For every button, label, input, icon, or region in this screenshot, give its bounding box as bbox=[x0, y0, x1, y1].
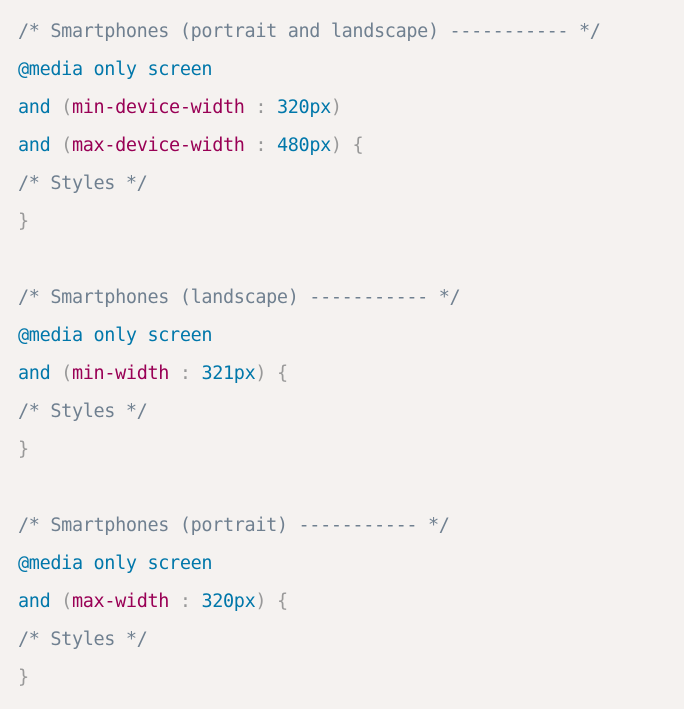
code-token-punct: ) bbox=[330, 97, 342, 118]
code-token-property: min-width bbox=[71, 363, 170, 384]
code-line: @media only screen bbox=[18, 57, 684, 95]
code-token-property: max-device-width bbox=[71, 135, 245, 156]
code-token-comment: /* Styles */ bbox=[18, 629, 148, 650]
code-line: } bbox=[18, 665, 684, 703]
code-token-punct: : bbox=[244, 135, 277, 156]
code-token-punct: ( bbox=[61, 97, 72, 118]
code-token-number: 480px bbox=[276, 135, 331, 156]
code-token-comment: /* Smartphones (portrait) ----------- */ bbox=[18, 515, 450, 536]
code-token-punct: : bbox=[169, 363, 202, 384]
code-line: and (max-width : 320px) { bbox=[18, 589, 684, 627]
code-token-keyword: only screen bbox=[82, 59, 213, 80]
code-token-keyword: and bbox=[18, 135, 51, 156]
code-token-keyword: and bbox=[18, 363, 51, 384]
code-line: @media only screen bbox=[18, 323, 684, 361]
code-token-punct: ( bbox=[61, 135, 72, 156]
code-token-punct: { bbox=[266, 363, 288, 384]
code-block: /* Smartphones (portrait and landscape) … bbox=[0, 0, 684, 709]
code-token-keyword: only screen bbox=[82, 553, 213, 574]
code-line: /* Styles */ bbox=[18, 627, 684, 665]
code-token-number: 320px bbox=[276, 97, 331, 118]
code-line: } bbox=[18, 209, 684, 247]
code-token-keyword: and bbox=[18, 97, 51, 118]
code-token-keyword: and bbox=[18, 591, 51, 612]
code-token-property: min-device-width bbox=[71, 97, 245, 118]
code-line: /* Smartphones (portrait) ----------- */ bbox=[18, 513, 684, 551]
code-token-atrule: @media bbox=[18, 59, 83, 80]
code-line: /* Smartphones (landscape) ----------- *… bbox=[18, 285, 684, 323]
code-token-comment: /* Styles */ bbox=[18, 173, 148, 194]
code-token-punct: { bbox=[266, 591, 288, 612]
code-line: } bbox=[18, 437, 684, 475]
code-token-punct: ( bbox=[61, 363, 72, 384]
code-token-property: max-width bbox=[71, 591, 170, 612]
code-line: @media only screen bbox=[18, 551, 684, 589]
code-token-punct: ) bbox=[330, 135, 342, 156]
code-token-comment: /* Styles */ bbox=[18, 401, 148, 422]
code-token-atrule: @media bbox=[18, 325, 83, 346]
code-line: /* Smartphones (portrait and landscape) … bbox=[18, 19, 684, 57]
code-line: and (max-device-width : 480px) { bbox=[18, 133, 684, 171]
code-line: /* Styles */ bbox=[18, 171, 684, 209]
code-line: and (min-width : 321px) { bbox=[18, 361, 684, 399]
code-token-punct: } bbox=[18, 439, 29, 460]
code-token-number: 321px bbox=[201, 363, 256, 384]
code-line: /* Styles */ bbox=[18, 399, 684, 437]
code-token-punct: } bbox=[18, 667, 29, 688]
code-token-punct: { bbox=[341, 135, 364, 156]
code-token-keyword: only screen bbox=[82, 325, 213, 346]
code-token-punct: } bbox=[18, 211, 29, 232]
code-token-punct: ) bbox=[255, 363, 267, 384]
code-token-comment: /* Smartphones (landscape) ----------- *… bbox=[18, 287, 461, 308]
code-token-number: 320px bbox=[201, 591, 256, 612]
code-token-punct: : bbox=[244, 97, 277, 118]
code-token-punct: : bbox=[169, 591, 202, 612]
code-token-punct: ) bbox=[255, 591, 267, 612]
code-token-comment: /* Smartphones (portrait and landscape) … bbox=[18, 21, 601, 42]
code-token-punct: ( bbox=[61, 591, 72, 612]
code-line: and (min-device-width : 320px) bbox=[18, 95, 684, 133]
code-token-atrule: @media bbox=[18, 553, 83, 574]
